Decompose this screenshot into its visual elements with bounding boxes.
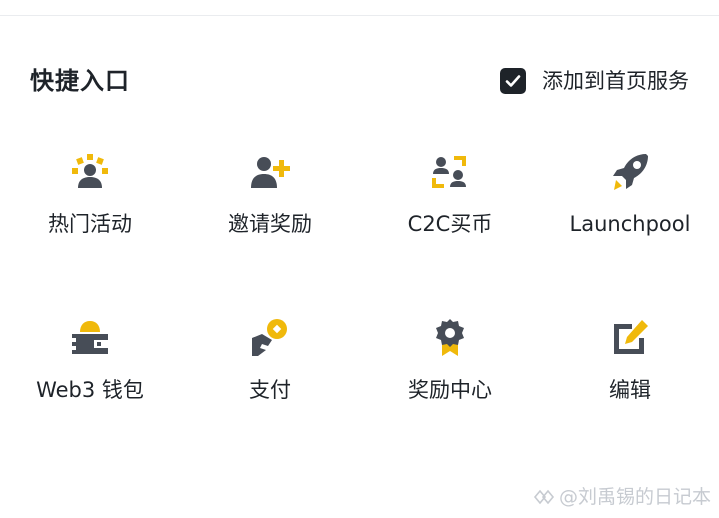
shortcut-label: 支付	[249, 378, 291, 402]
c2c-users-icon	[432, 156, 466, 188]
section-title: 快捷入口	[30, 67, 130, 95]
pay-icon	[252, 319, 287, 356]
shortcut-launchpool[interactable]: Launchpool	[540, 148, 719, 238]
add-to-home-label: 添加到首页服务	[542, 69, 689, 93]
shortcut-pay[interactable]: 支付	[180, 314, 360, 404]
shortcut-reward-center[interactable]: 奖励中心	[360, 314, 540, 404]
hot-events-icon	[72, 154, 108, 188]
shortcut-label: 奖励中心	[408, 378, 492, 402]
add-to-home-toggle[interactable]: 添加到首页服务	[500, 66, 689, 96]
shortcut-label: C2C买币	[407, 212, 493, 236]
watermark-text: @刘禹锡的日记本	[558, 486, 711, 508]
shortcut-edit[interactable]: 编辑	[540, 314, 719, 404]
wallet-icon	[72, 321, 108, 354]
add-to-home-checkbox[interactable]	[500, 68, 526, 94]
edit-icon	[614, 320, 648, 354]
rocket-icon	[613, 154, 648, 190]
shortcut-invite[interactable]: 邀请奖励	[180, 148, 360, 238]
shortcut-c2c[interactable]: C2C买币	[360, 148, 540, 238]
invite-user-icon	[251, 157, 290, 188]
shortcut-label: Web3 钱包	[36, 378, 144, 402]
shortcut-web3-wallet[interactable]: Web3 钱包	[0, 314, 180, 404]
reward-medal-icon	[436, 319, 464, 356]
shortcut-label: 编辑	[609, 378, 651, 402]
shortcut-hot-events[interactable]: 热门活动	[0, 148, 180, 238]
checkmark-icon	[505, 75, 521, 87]
top-divider	[0, 15, 719, 16]
shortcut-label: Launchpool	[569, 212, 691, 236]
watermark-logo-icon	[533, 488, 555, 506]
watermark: @刘禹锡的日记本	[533, 484, 711, 510]
shortcut-label: 热门活动	[48, 212, 132, 236]
shortcut-label: 邀请奖励	[228, 212, 312, 236]
